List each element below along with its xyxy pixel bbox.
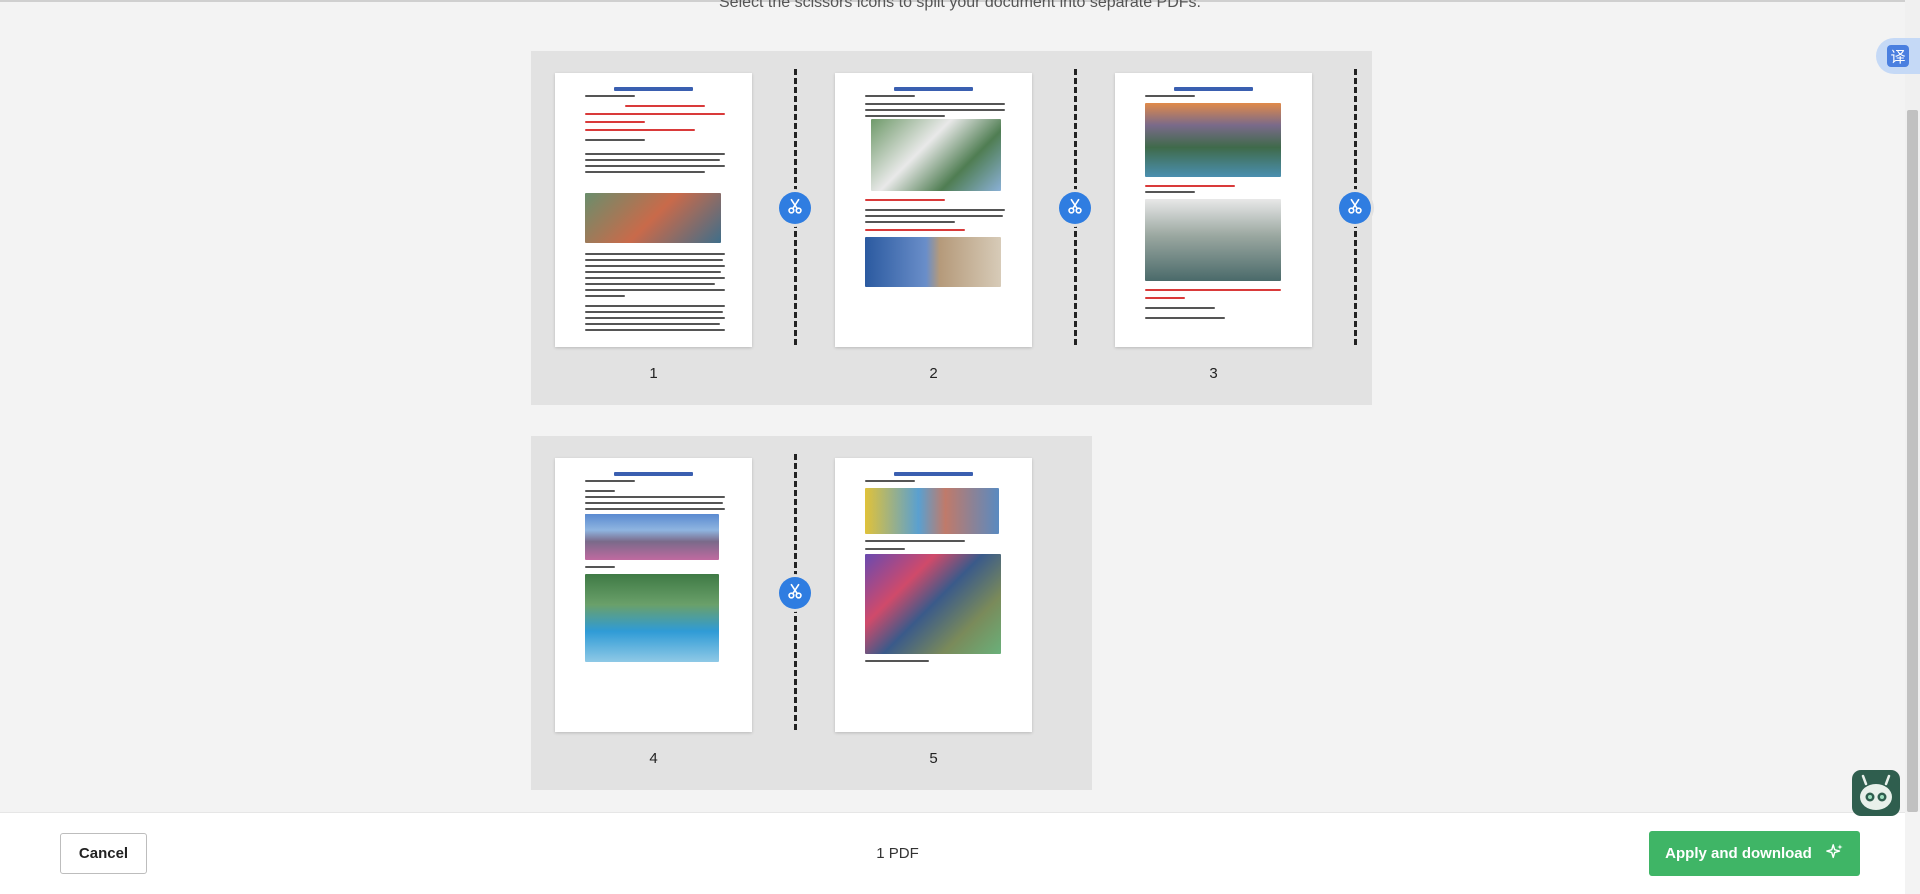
page-thumbnail-3[interactable]	[1115, 73, 1312, 347]
page-thumbnail-1[interactable]	[555, 73, 752, 347]
translate-icon: 译	[1887, 45, 1909, 67]
scissors-icon	[1066, 197, 1084, 220]
scissors-split-button-3[interactable]	[1339, 192, 1371, 224]
scissors-icon	[786, 582, 804, 605]
page-thumbnail-2[interactable]	[835, 73, 1032, 347]
scissors-split-button-4[interactable]	[779, 577, 811, 609]
page-number-4: 4	[649, 750, 658, 767]
page-number-3: 3	[1209, 365, 1218, 382]
scrollbar-thumb[interactable]	[1907, 110, 1918, 812]
pdf-count-label: 1 PDF	[876, 845, 919, 862]
page-thumbnail-4[interactable]	[555, 458, 752, 732]
scissors-icon	[1346, 197, 1364, 220]
scissors-split-button-2[interactable]	[1059, 192, 1091, 224]
pdf-group-1: 1 2 3	[531, 51, 1372, 405]
apply-button-label: Apply and download	[1665, 845, 1812, 862]
page-thumbnail-5[interactable]	[835, 458, 1032, 732]
pdf-group-2: 4 5	[531, 436, 1092, 790]
page-number-5: 5	[929, 750, 938, 767]
instruction-text: Select the scissors icons to split your …	[719, 0, 1201, 11]
page-number-2: 2	[929, 365, 938, 382]
page-number-1: 1	[649, 365, 658, 382]
scissors-icon	[786, 197, 804, 220]
robot-icon	[1852, 774, 1900, 820]
bottom-action-bar: Cancel 1 PDF Apply and download	[0, 812, 1905, 894]
assistant-bot-button[interactable]	[1852, 770, 1900, 816]
sparkle-icon	[1826, 843, 1844, 865]
scissors-split-button-1[interactable]	[779, 192, 811, 224]
translate-extension-button[interactable]: 译	[1876, 38, 1920, 74]
apply-and-download-button[interactable]: Apply and download	[1649, 831, 1860, 876]
